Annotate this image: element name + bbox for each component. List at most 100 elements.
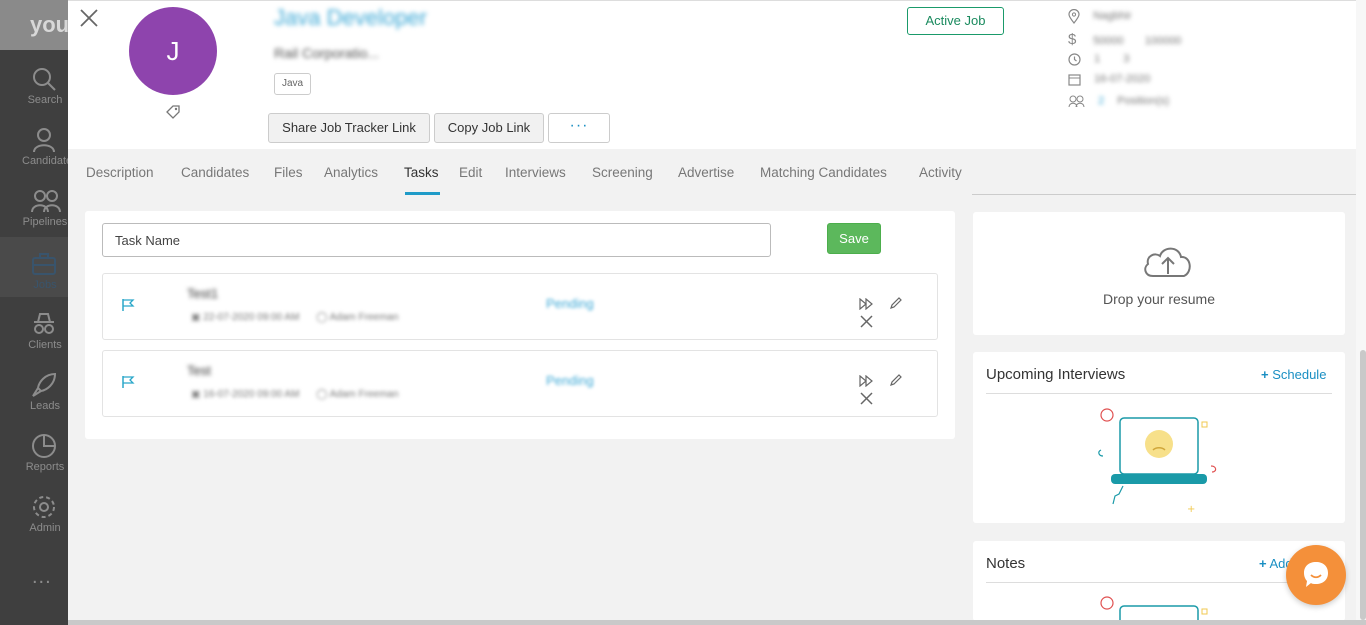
nav-label-reports: Reports (25, 461, 65, 473)
delete-icon[interactable] (853, 392, 879, 410)
task-meta: ▣ 16-07-2020 09:00 AM ◯ Adam Freeman (191, 389, 399, 400)
task-meta: ▣ 22-07-2020 09:00 AM ◯ Adam Freeman (191, 312, 399, 323)
nav-item-admin[interactable]: Admin (0, 480, 68, 540)
positions-count[interactable]: 2 (1098, 95, 1104, 107)
nav-item-candidates[interactable]: Candidates (0, 113, 78, 173)
calendar-icon: ▣ (191, 312, 201, 323)
task-status[interactable]: Pending (546, 373, 594, 388)
active-tab-indicator (405, 192, 440, 195)
experience-min: 1 (1094, 53, 1101, 66)
rocket-icon (32, 372, 57, 397)
tab-interviews[interactable]: Interviews (505, 165, 566, 180)
flag-icon[interactable] (121, 298, 135, 312)
meta-experience: 1 3 (1068, 53, 1129, 66)
scrollbar-thumb[interactable] (1360, 350, 1366, 620)
calendar-icon: ▣ (191, 389, 201, 400)
user-icon (33, 128, 55, 153)
users-icon (31, 190, 61, 213)
search-icon (33, 68, 56, 91)
tabs-divider (972, 194, 1364, 195)
tab-edit[interactable]: Edit (459, 165, 482, 180)
card-divider (986, 582, 1332, 583)
upcoming-interviews-title: Upcoming Interviews (986, 366, 1126, 383)
save-task-button[interactable]: Save (827, 223, 881, 254)
calendar-icon (1068, 74, 1081, 86)
chat-icon (1304, 562, 1328, 587)
briefcase-icon (32, 253, 56, 275)
meta-date: 16-07-2020 (1068, 73, 1150, 86)
task-datetime: 22-07-2020 09:00 AM (203, 312, 300, 323)
resume-dropzone[interactable]: Drop your resume (973, 212, 1345, 335)
tab-activity[interactable]: Activity (919, 165, 962, 180)
tab-tasks[interactable]: Tasks (404, 165, 439, 180)
plus-icon: + (1259, 556, 1267, 571)
tab-screening[interactable]: Screening (592, 165, 653, 180)
nav-item-jobs[interactable]: Jobs (0, 237, 68, 297)
card-divider (986, 393, 1332, 394)
skill-tag: Java (274, 73, 312, 95)
copy-job-link-button[interactable]: Copy Job Link (434, 113, 544, 143)
tab-description[interactable]: Description (86, 165, 154, 180)
tab-advertise[interactable]: Advertise (678, 165, 734, 180)
tab-files[interactable]: Files (274, 165, 303, 180)
job-detail-panel: J Java Developer Rail Corporatio... Java… (68, 0, 1366, 621)
task-status[interactable]: Pending (546, 296, 594, 311)
tasks-card: Save Test1 ▣ 22-07-2020 09:00 AM ◯ Adam … (85, 211, 955, 439)
share-job-tracker-link-button[interactable]: Share Job Tracker Link (268, 113, 430, 143)
tab-matching-candidates[interactable]: Matching Candidates (760, 165, 887, 180)
svg-text:+: + (1187, 504, 1195, 514)
notes-illustration (1100, 596, 1208, 621)
schedule-link[interactable]: + Schedule (1261, 367, 1326, 382)
pie-chart-icon (32, 434, 56, 458)
nav-item-pipelines[interactable]: Pipelines (0, 174, 68, 234)
delete-icon[interactable] (853, 315, 879, 333)
task-name-input[interactable] (102, 223, 771, 257)
pencil-icon[interactable] (883, 373, 909, 392)
task-row[interactable]: Test1 ▣ 22-07-2020 09:00 AM ◯ Adam Freem… (102, 273, 938, 340)
salary-min: 50000 (1093, 35, 1124, 47)
app-logo[interactable]: your (0, 0, 68, 50)
nav-item-search[interactable]: Search (0, 52, 68, 112)
pencil-icon[interactable] (883, 296, 909, 315)
chat-widget-button[interactable] (1286, 545, 1346, 605)
job-status-button[interactable]: Active Job (907, 7, 1004, 35)
task-title: Test1 (187, 286, 219, 301)
task-assignee: Adam Freeman (329, 389, 399, 400)
task-row[interactable]: Test ▣ 16-07-2020 09:00 AM ◯ Adam Freema… (102, 350, 938, 417)
nav-label-jobs: Jobs (33, 279, 57, 291)
schedule-label: Schedule (1272, 367, 1327, 382)
nav-label-admin: Admin (29, 522, 61, 534)
task-actions (853, 373, 937, 410)
tab-candidates[interactable]: Candidates (181, 165, 249, 180)
nav-item-leads[interactable]: Leads (0, 358, 68, 418)
plus-icon: + (1261, 367, 1269, 382)
nav-item-reports[interactable]: Reports (0, 419, 68, 479)
empty-laptop-illustration: + (1098, 408, 1217, 514)
fast-forward-icon[interactable] (853, 297, 879, 315)
date-value: 16-07-2020 (1094, 73, 1151, 86)
cloud-upload-icon (1144, 247, 1191, 277)
meta-location: Nagbhir (1068, 8, 1132, 24)
task-actions (853, 296, 937, 333)
user-icon: ◯ (316, 389, 328, 400)
job-title[interactable]: Java Developer (274, 5, 427, 31)
nav-more-button[interactable]: ... (32, 566, 52, 589)
more-options-button[interactable]: ··· (548, 113, 610, 143)
nav-item-clients[interactable]: Clients (0, 297, 68, 357)
nav-label-candidates: Candidates (22, 155, 78, 167)
company-name: Rail Corporatio... (274, 45, 380, 61)
dollar-icon: $ (1068, 31, 1077, 48)
tag-icon[interactable] (165, 104, 181, 120)
task-datetime: 16-07-2020 09:00 AM (203, 389, 300, 400)
upcoming-interviews-card: Upcoming Interviews + Schedule + (973, 352, 1345, 523)
nav-label-clients: Clients (28, 339, 62, 351)
nav-label-pipelines: Pipelines (22, 216, 68, 228)
tab-analytics[interactable]: Analytics (324, 165, 378, 180)
job-tabs: Description Candidates Files Analytics T… (68, 149, 972, 197)
fast-forward-icon[interactable] (853, 374, 879, 392)
positions-label: Position(s) (1117, 95, 1170, 108)
close-icon[interactable] (78, 7, 100, 29)
meta-salary: $ 50000 100000 (1068, 31, 1181, 48)
horizontal-scrollbar[interactable] (68, 620, 1366, 625)
flag-icon[interactable] (121, 375, 135, 389)
